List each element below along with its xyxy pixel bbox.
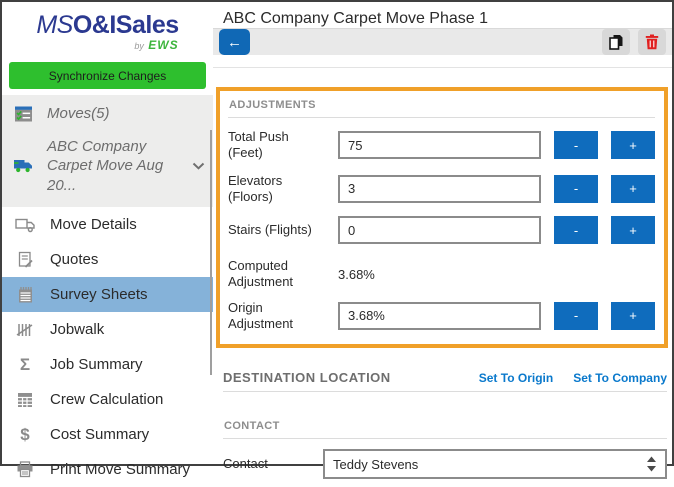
sidebar-item-label: Quotes bbox=[50, 251, 99, 268]
computed-adjustment-value: 3.68% bbox=[338, 266, 375, 282]
active-move-label: ABC Company Carpet Move Aug 20... bbox=[47, 137, 164, 194]
origin-adjustment-input[interactable] bbox=[338, 301, 541, 330]
computed-adjustment-label: Computed Adjustment bbox=[228, 258, 294, 290]
active-move-header[interactable]: ABC Company Carpet Move Aug 20... bbox=[2, 130, 213, 202]
sidebar-item-crew-calculation[interactable]: Crew Calculation bbox=[2, 382, 213, 417]
divider bbox=[223, 391, 667, 392]
contact-heading: CONTACT bbox=[224, 420, 280, 432]
adjustments-heading: ADJUSTMENTS bbox=[229, 99, 316, 111]
elevators-label: Elevators (Floors) bbox=[228, 172, 283, 204]
chevron-down-icon[interactable] bbox=[192, 162, 205, 170]
checklist-icon bbox=[12, 105, 34, 123]
stairs-row: Stairs (Flights) - + bbox=[228, 216, 655, 244]
elevators-increment-button[interactable]: + bbox=[611, 174, 655, 203]
main-content: ABC Company Carpet Move Phase 1 ← ADJUST… bbox=[213, 2, 672, 479]
trash-icon bbox=[645, 34, 659, 50]
sidebar-item-label: Survey Sheets bbox=[50, 286, 148, 303]
stairs-decrement-button[interactable]: - bbox=[554, 216, 598, 244]
divider bbox=[223, 438, 667, 439]
sidebar-item-survey-sheets[interactable]: Survey Sheets bbox=[2, 277, 213, 312]
sidebar-item-jobwalk[interactable]: Jobwalk bbox=[2, 312, 213, 347]
move-truck-icon bbox=[12, 157, 34, 174]
moves-group-label: Moves(5) bbox=[47, 105, 110, 122]
origin-adjustment-label: Origin Adjustment bbox=[228, 299, 294, 331]
total-push-input[interactable] bbox=[338, 131, 541, 160]
stairs-label: Stairs (Flights) bbox=[228, 221, 312, 237]
sidebar-item-quotes[interactable]: Quotes bbox=[2, 242, 213, 277]
stairs-increment-button[interactable]: + bbox=[611, 216, 655, 244]
page-title: ABC Company Carpet Move Phase 1 bbox=[213, 2, 672, 29]
contact-section: CONTACT Contact Teddy Stevens bbox=[223, 417, 667, 479]
spinner-arrows-icon bbox=[646, 456, 657, 472]
sigma-icon: Σ bbox=[19, 355, 31, 374]
total-push-increment-button[interactable]: + bbox=[611, 131, 655, 160]
back-button[interactable]: ← bbox=[219, 29, 250, 55]
toolbar: ← bbox=[213, 29, 672, 55]
origin-adjustment-increment-button[interactable]: + bbox=[611, 301, 655, 330]
moves-group-header[interactable]: Moves(5) bbox=[2, 97, 213, 130]
app-logo: MSO&ISales by EWS bbox=[2, 2, 213, 58]
back-arrow-icon: ← bbox=[227, 33, 242, 51]
computed-adjustment-row: Computed Adjustment 3.68% bbox=[228, 258, 655, 291]
total-push-label: Total Push (Feet) bbox=[228, 129, 289, 161]
calculator-grid-icon bbox=[14, 392, 36, 408]
tally-marks-icon bbox=[14, 322, 36, 338]
contact-select[interactable]: Teddy Stevens bbox=[323, 449, 667, 479]
dollar-icon: $ bbox=[20, 425, 30, 444]
sidebar-item-label: Job Summary bbox=[50, 356, 143, 373]
notepad-icon bbox=[14, 286, 36, 304]
contact-row: Contact Teddy Stevens bbox=[223, 449, 667, 479]
copy-button[interactable] bbox=[602, 29, 630, 55]
origin-adjustment-row: Origin Adjustment - + bbox=[228, 300, 655, 333]
elevators-input[interactable] bbox=[338, 174, 541, 203]
origin-adjustment-decrement-button[interactable]: - bbox=[554, 301, 598, 330]
sidebar-item-move-details[interactable]: Move Details bbox=[2, 207, 213, 242]
adjustments-panel: ADJUSTMENTS Total Push (Feet) - + Elevat… bbox=[216, 87, 668, 348]
set-to-company-link[interactable]: Set To Company bbox=[573, 371, 667, 385]
logo-oisales: O&ISales bbox=[72, 10, 179, 39]
sidebar-scrollbar[interactable] bbox=[210, 130, 212, 375]
total-push-decrement-button[interactable]: - bbox=[554, 131, 598, 160]
toolbar-divider bbox=[213, 67, 672, 68]
moves-group: Moves(5) ABC Company Carpet Move Aug 20.… bbox=[2, 95, 213, 207]
sidebar-item-label: Move Details bbox=[50, 216, 137, 233]
printer-icon bbox=[14, 461, 36, 478]
logo-by: by bbox=[134, 41, 144, 52]
sidebar-item-label: Crew Calculation bbox=[50, 391, 164, 408]
stairs-input[interactable] bbox=[338, 216, 541, 244]
divider bbox=[228, 117, 655, 118]
elevators-row: Elevators (Floors) - + bbox=[228, 173, 655, 206]
destination-location-header: DESTINATION LOCATION Set To Origin Set T… bbox=[213, 370, 672, 391]
sidebar: MSO&ISales by EWS Synchronize Changes Mo… bbox=[2, 2, 213, 478]
total-push-row: Total Push (Feet) - + bbox=[228, 129, 655, 162]
sidebar-item-cost-summary[interactable]: $ Cost Summary bbox=[2, 417, 213, 452]
sidebar-item-print-move-summary[interactable]: Print Move Summary bbox=[2, 452, 213, 487]
logo-ews: EWS bbox=[148, 38, 179, 53]
truck-icon bbox=[14, 217, 36, 233]
sidebar-item-label: Jobwalk bbox=[50, 321, 105, 338]
elevators-decrement-button[interactable]: - bbox=[554, 174, 598, 203]
contact-select-value: Teddy Stevens bbox=[333, 456, 419, 472]
contact-label: Contact bbox=[223, 455, 268, 471]
sidebar-item-label: Cost Summary bbox=[50, 426, 150, 443]
set-to-origin-link[interactable]: Set To Origin bbox=[479, 371, 553, 385]
delete-button[interactable] bbox=[638, 29, 666, 55]
synchronize-changes-button[interactable]: Synchronize Changes bbox=[9, 62, 206, 89]
destination-location-heading: DESTINATION LOCATION bbox=[223, 370, 391, 385]
logo-ms: MS bbox=[36, 10, 73, 39]
sidebar-item-label: Print Move Summary bbox=[50, 461, 191, 478]
sidebar-item-job-summary[interactable]: Σ Job Summary bbox=[2, 347, 213, 382]
logo-wordmark: MSO&ISales bbox=[36, 10, 179, 39]
quote-document-icon bbox=[14, 251, 36, 269]
copy-pages-icon bbox=[608, 34, 624, 50]
